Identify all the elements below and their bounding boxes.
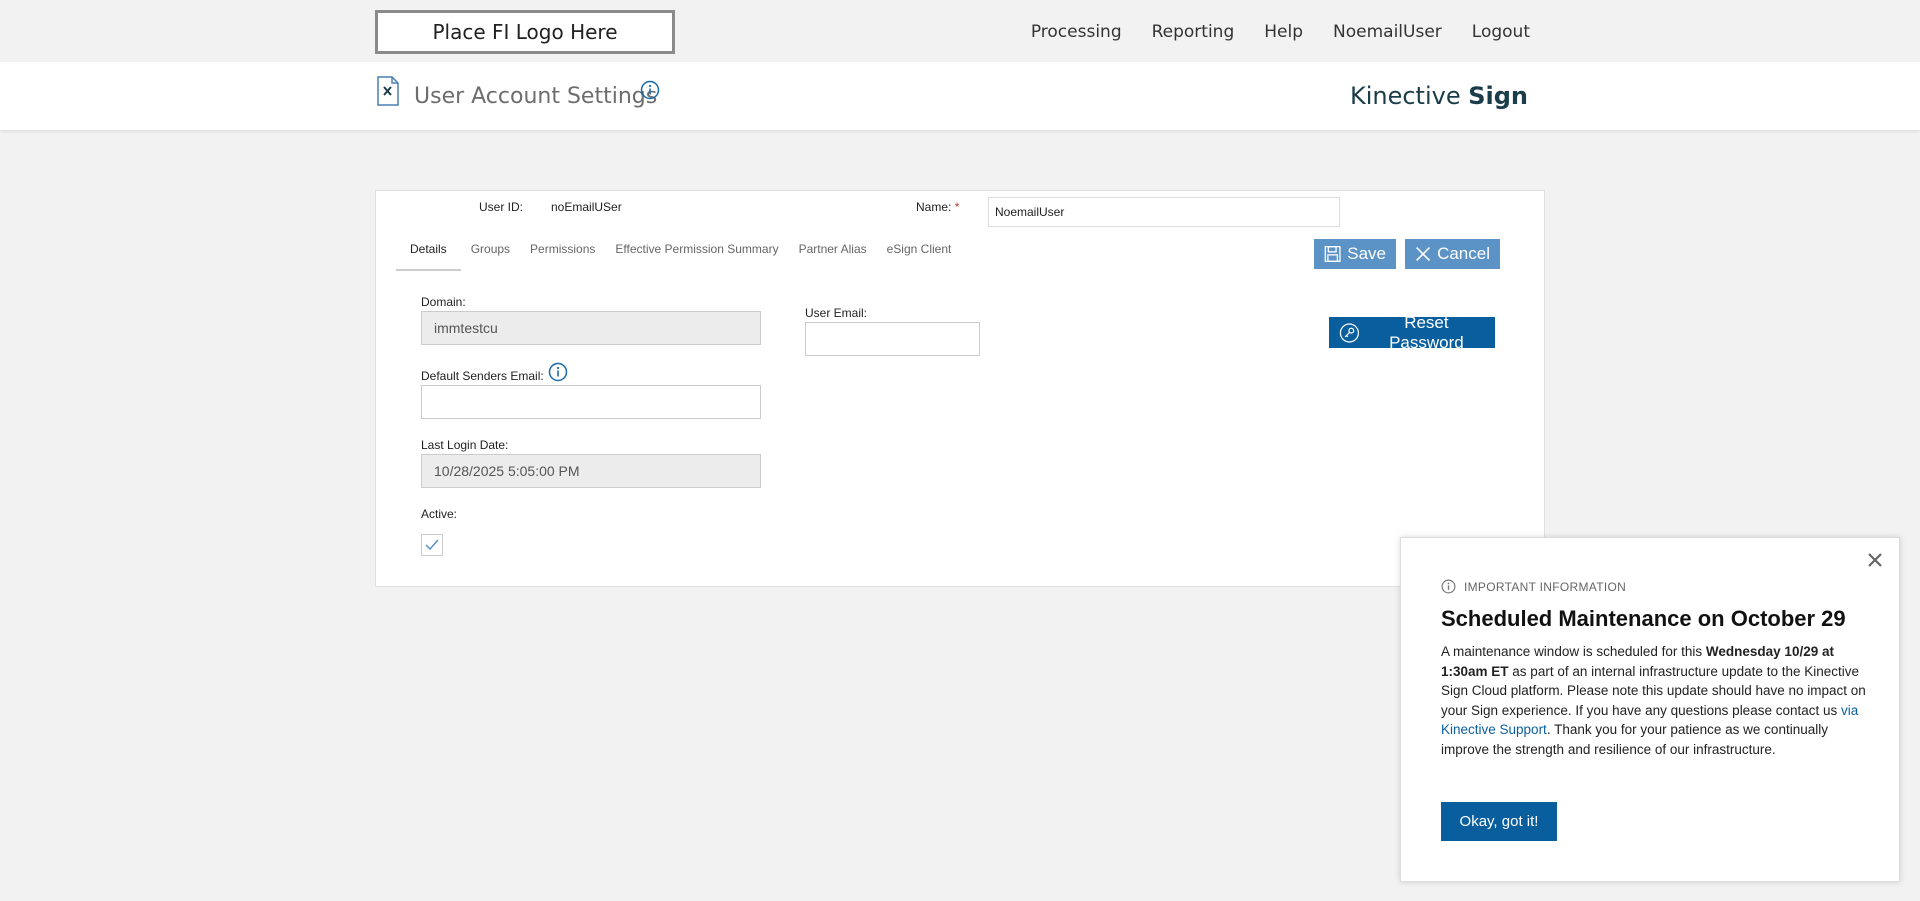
active-label: Active:	[421, 507, 458, 521]
info-icon	[1441, 579, 1456, 594]
page-title: User Account Settings	[414, 84, 658, 109]
domain-label: Domain:	[421, 295, 466, 309]
user-settings-card: User ID: noEmailUSer Name: * Details Gro…	[375, 190, 1545, 587]
info-icon[interactable]	[548, 362, 568, 382]
popup-kicker: IMPORTANT INFORMATION	[1441, 579, 1626, 594]
reset-password-label: Reset Password	[1389, 312, 1464, 352]
required-marker: *	[954, 200, 960, 214]
key-icon	[1339, 322, 1360, 343]
active-checkbox[interactable]	[421, 534, 443, 556]
tab-effective-permission-summary[interactable]: Effective Permission Summary	[605, 236, 788, 271]
nav-processing[interactable]: Processing	[1031, 22, 1122, 42]
page-header: User Account Settings Kinective Sign	[0, 62, 1920, 130]
checkmark-icon	[425, 539, 439, 551]
nav-help[interactable]: Help	[1264, 22, 1303, 42]
top-nav: Processing Reporting Help NoemailUser Lo…	[1001, 22, 1530, 42]
last-login-label: Last Login Date:	[421, 438, 509, 452]
close-icon	[1416, 247, 1431, 261]
document-icon	[377, 76, 399, 106]
reset-password-button[interactable]: Reset Password	[1329, 313, 1495, 352]
nav-user[interactable]: NoemailUser	[1333, 22, 1442, 42]
user-email-label: User Email:	[805, 306, 868, 320]
last-login-field: 10/28/2025 5:05:00 PM	[421, 454, 761, 488]
nav-logout[interactable]: Logout	[1472, 22, 1530, 42]
nav-reporting[interactable]: Reporting	[1152, 22, 1235, 42]
name-input[interactable]	[988, 197, 1340, 227]
save-icon	[1324, 246, 1341, 262]
save-label: Save	[1347, 244, 1386, 263]
user-email-field[interactable]	[805, 322, 980, 356]
cancel-label: Cancel	[1437, 244, 1490, 263]
info-icon[interactable]	[640, 80, 660, 100]
user-id-label: User ID:	[479, 200, 524, 214]
default-senders-email-field[interactable]	[421, 385, 761, 419]
save-button[interactable]: Save	[1314, 239, 1396, 269]
popup-title: Scheduled Maintenance on October 29	[1441, 606, 1846, 631]
tab-groups[interactable]: Groups	[461, 236, 520, 271]
brand-logo: Kinective Sign	[1349, 82, 1528, 110]
domain-field: immtestcu	[421, 311, 761, 345]
fi-logo-placeholder[interactable]: Place FI Logo Here	[375, 10, 675, 54]
default-senders-email-label: Default Senders Email:	[421, 362, 568, 383]
tab-details[interactable]: Details	[396, 236, 461, 271]
name-label: Name: *	[916, 200, 960, 214]
popup-body: A maintenance window is scheduled for th…	[1441, 644, 1866, 757]
tab-esign-client[interactable]: eSign Client	[877, 236, 962, 271]
cancel-button[interactable]: Cancel	[1405, 239, 1500, 269]
okay-got-it-button[interactable]: Okay, got it!	[1441, 802, 1557, 841]
user-id-value: noEmailUSer	[551, 200, 622, 214]
settings-tabs: Details Groups Permissions Effective Per…	[396, 236, 961, 271]
tab-partner-alias[interactable]: Partner Alias	[789, 236, 877, 271]
close-icon[interactable]	[1865, 550, 1885, 570]
top-bar: Place FI Logo Here Processing Reporting …	[0, 0, 1920, 62]
maintenance-popup: IMPORTANT INFORMATION Scheduled Maintena…	[1400, 537, 1900, 882]
tab-permissions[interactable]: Permissions	[520, 236, 605, 271]
